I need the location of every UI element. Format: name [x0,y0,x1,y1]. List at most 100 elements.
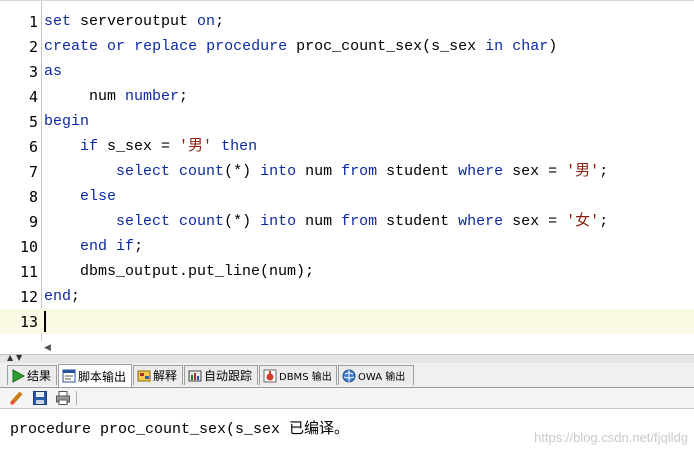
code-token: dbms_output.put_line(num); [44,263,315,280]
code-token: serveroutput [71,13,198,30]
code-line[interactable]: 8 else [0,184,694,209]
code-line-text: if s_sex = '男' then [44,138,257,155]
code-line[interactable]: 10 end if; [0,234,694,259]
line-number: 13 [19,313,38,331]
watermark-text: https://blog.csdn.net/fjqlldg [534,430,688,445]
keyword-token: set [44,13,72,30]
code-line-text: end; [44,288,80,305]
tab-label: 脚本输出 [78,369,127,384]
tab-owa-output[interactable]: OWA 输出 [338,365,414,385]
keyword-token: select [116,163,171,180]
keyword-token: from [341,213,378,230]
tab-results[interactable]: 结果 [7,365,57,385]
keyword-token: count [179,213,225,230]
code-line-text: create or replace procedure proc_count_s… [44,38,557,55]
output-tab-bar: 结果 脚本输出 解释 自动跟踪 DBMS 输出 OWA 输出 [0,363,694,388]
code-token: ; [179,88,189,105]
code-token: sex = [503,213,567,230]
line-number: 6 [28,138,38,156]
keyword-token: end [44,288,72,305]
code-line[interactable]: 13 [0,309,694,334]
code-line[interactable]: 5 begin [0,109,694,134]
code-line[interactable]: 9 select count(*) into num from student … [0,209,694,234]
script-output-panel[interactable]: procedure proc_count_sex(s_sex 已编译。 http… [0,409,694,458]
line-number: 8 [28,188,38,206]
scroll-left-arrow-icon[interactable]: ◀ [44,343,51,353]
owa-output-icon [342,369,356,383]
code-line-text: set serveroutput on; [44,13,224,30]
code-token: student [377,213,459,230]
keyword-token: into [260,213,297,230]
code-token: num [44,88,126,105]
keyword-token: on [197,13,216,30]
code-token: ; [215,13,225,30]
code-line-text: end if; [44,238,143,255]
line-number: 4 [28,88,38,106]
keyword-token: where [458,163,504,180]
string-token: '女' [566,213,600,230]
line-number: 1 [28,13,38,31]
code-line[interactable]: 7 select count(*) into num from student … [0,159,694,184]
splitter-down-arrow-icon[interactable]: ▼ [16,353,22,362]
line-number: 12 [19,288,38,306]
code-token: ; [599,213,609,230]
output-toolbar [0,388,694,409]
code-line-text: select count(*) into num from student wh… [44,163,608,180]
code-line[interactable]: 4 num number; [0,84,694,109]
autotrace-icon [188,369,202,383]
script-output-text: procedure proc_count_sex(s_sex 已编译。 [10,421,350,438]
tab-explain[interactable]: 解释 [133,365,183,385]
tab-label: 解释 [153,369,178,383]
line-number: 11 [19,263,38,281]
code-token: ; [71,288,81,305]
clear-icon[interactable] [9,390,25,406]
line-number: 9 [28,213,38,231]
tab-label: 结果 [27,369,52,383]
code-token: proc_count_sex(s_sex [287,38,486,55]
code-token: num [296,213,342,230]
code-line[interactable]: 1 set serveroutput on; [0,9,694,34]
tab-label: 自动跟踪 [204,369,253,383]
keyword-token: create [44,38,99,55]
code-line[interactable]: 3 as [0,59,694,84]
string-token: '男' [566,163,600,180]
text-caret [44,311,46,332]
code-token: (*) [224,163,261,180]
print-icon[interactable] [55,390,71,406]
keyword-token: where [458,213,504,230]
code-line-text: num number; [44,88,188,105]
save-icon[interactable] [32,390,48,406]
code-token: num [296,163,342,180]
code-token: ) [548,38,558,55]
tab-dbms-output[interactable]: DBMS 输出 [259,365,337,385]
keyword-token: number [125,88,180,105]
line-number: 3 [28,63,38,81]
tab-script-output[interactable]: 脚本输出 [58,364,132,387]
play-icon [11,368,26,383]
keyword-token: replace [134,38,198,55]
keyword-token: if [80,138,99,155]
keyword-token: if [116,238,135,255]
tab-label: DBMS 输出 [279,372,332,383]
toolbar-separator [76,391,77,405]
keyword-token: as [44,63,63,80]
code-line-text: as [44,63,62,80]
code-line-text: dbms_output.put_line(num); [44,263,314,280]
code-line[interactable]: 2 create or replace procedure proc_count_… [0,34,694,59]
code-line[interactable]: 11 dbms_output.put_line(num); [0,259,694,284]
tab-autotrace[interactable]: 自动跟踪 [184,365,258,385]
sql-editor[interactable]: 1 set serveroutput on; 2 create or replace … [0,0,694,353]
code-line-text: begin [44,113,89,130]
explain-icon [137,369,151,383]
code-line[interactable]: 12 end; [0,284,694,309]
keyword-token: begin [44,113,90,130]
line-number: 7 [28,163,38,181]
splitter-up-arrow-icon[interactable]: ▲ [7,353,13,362]
code-line[interactable]: 6 if s_sex = '男' then [0,134,694,159]
